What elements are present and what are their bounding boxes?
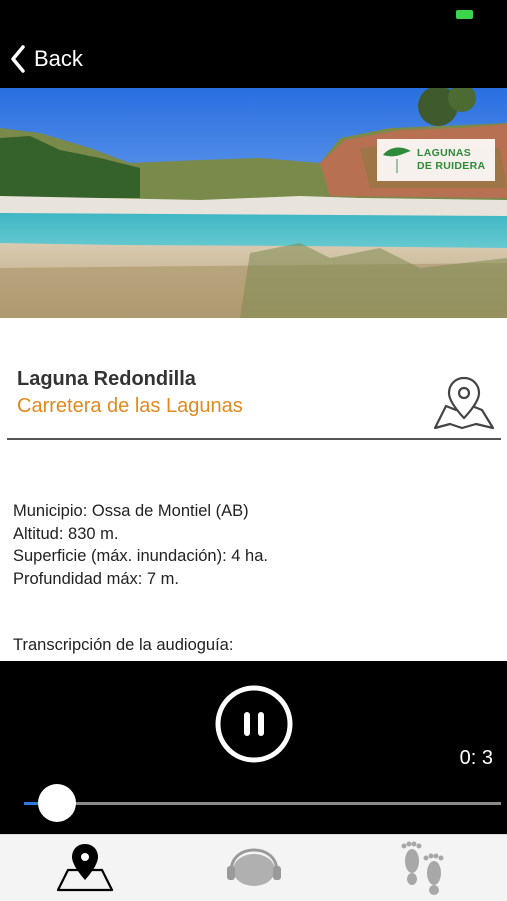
- leaf-logo-icon: [383, 147, 411, 173]
- place-info: Municipio: Ossa de Montiel (AB) Altitud:…: [13, 500, 268, 590]
- map-tab[interactable]: [0, 835, 169, 901]
- transcript-label: Transcripción de la audioguía:: [13, 636, 234, 654]
- header-divider: [7, 438, 501, 440]
- pause-button[interactable]: [214, 684, 294, 764]
- map-pin-icon: [56, 844, 113, 892]
- lagunas-de-ruidera-logo: LAGUNAS DE RUIDERA: [377, 139, 495, 181]
- info-superficie: Superficie (máx. inundación): 4 ha.: [13, 547, 268, 565]
- place-header: Laguna Redondilla Carretera de las Lagun…: [17, 368, 243, 418]
- status-bar: [0, 0, 507, 30]
- playback-time: 0: 3: [459, 747, 493, 769]
- battery-icon: [456, 10, 473, 19]
- place-title: Laguna Redondilla: [17, 368, 196, 390]
- logo-text-line1: LAGUNAS: [417, 147, 472, 159]
- chevron-left-icon: [11, 45, 25, 73]
- footprints-icon: [401, 841, 443, 895]
- lake-photo: [0, 88, 507, 318]
- back-button[interactable]: Back: [10, 42, 83, 76]
- back-label: Back: [34, 46, 83, 71]
- walk-tab[interactable]: [338, 835, 507, 901]
- logo-text-line2: DE RUIDERA: [417, 160, 486, 172]
- info-municipio: Municipio: Ossa de Montiel (AB): [13, 502, 249, 520]
- audio-tab[interactable]: [169, 835, 338, 901]
- place-route: Carretera de las Lagunas: [17, 395, 243, 417]
- info-profundidad: Profundidad máx: 7 m.: [13, 569, 179, 588]
- audio-player: 0: 3: [0, 661, 507, 834]
- progress-thumb[interactable]: [38, 784, 76, 822]
- navigation-bar: Back: [0, 30, 507, 88]
- progress-track[interactable]: [24, 802, 501, 805]
- map-location-icon[interactable]: [432, 376, 496, 432]
- info-altitud: Altitud: 830 m.: [13, 524, 119, 543]
- tab-bar: [0, 834, 507, 901]
- headphones-icon: [226, 848, 281, 886]
